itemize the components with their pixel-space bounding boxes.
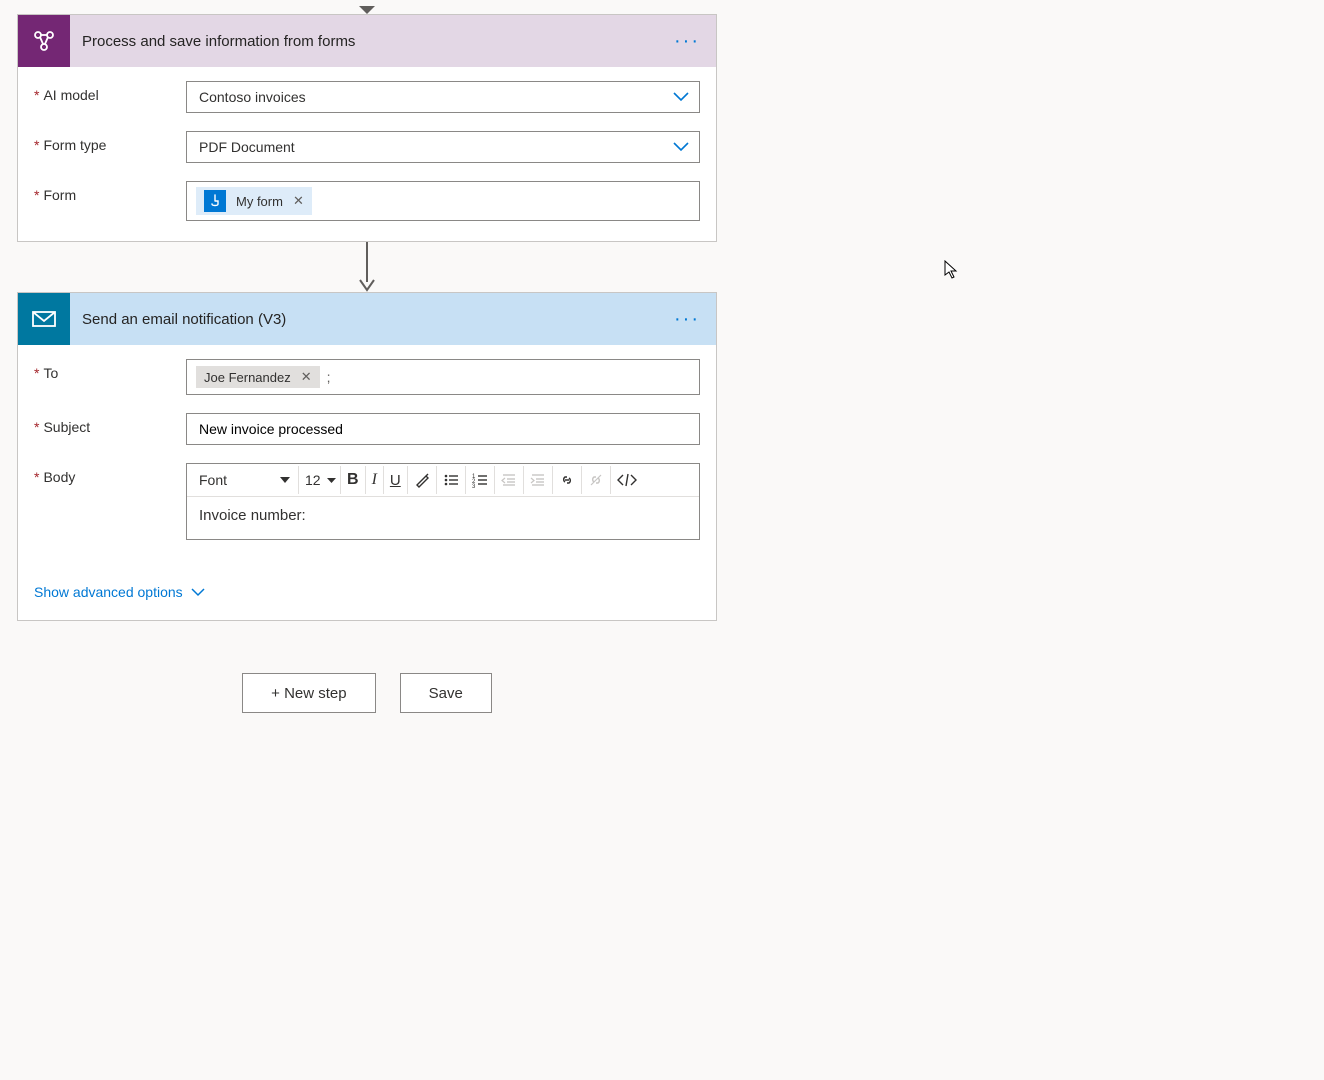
italic-button[interactable]: I <box>366 466 384 494</box>
field-label-ai-model: *AI model <box>34 81 186 103</box>
code-view-button[interactable] <box>611 466 643 494</box>
show-advanced-options-link[interactable]: Show advanced options <box>34 584 205 600</box>
chevron-down-icon <box>673 142 689 152</box>
bulleted-list-button[interactable] <box>437 466 466 494</box>
form-type-select[interactable]: PDF Document <box>186 131 700 163</box>
save-button[interactable]: Save <box>400 673 492 713</box>
recipient-token[interactable]: Joe Fernandez ✕ <box>196 366 320 388</box>
ai-model-select[interactable]: Contoso invoices <box>186 81 700 113</box>
action-row: + New step Save <box>17 673 717 713</box>
ai-model-value: Contoso invoices <box>199 89 306 105</box>
step-title: Process and save information from forms <box>70 33 355 50</box>
bold-button[interactable]: B <box>341 466 366 494</box>
chevron-down-icon <box>191 588 205 597</box>
body-content[interactable]: Invoice number: <box>187 497 699 539</box>
decrease-indent-button[interactable] <box>495 466 524 494</box>
numbered-list-button[interactable]: 123 <box>466 466 495 494</box>
link-button[interactable] <box>553 466 582 494</box>
new-step-button[interactable]: + New step <box>242 673 375 713</box>
token-remove-button[interactable]: ✕ <box>301 369 312 385</box>
step-header-email[interactable]: Send an email notification (V3) ··· <box>18 293 716 345</box>
ai-builder-icon <box>18 15 70 67</box>
recipient-separator: ; <box>327 369 331 385</box>
underline-button[interactable]: U <box>384 466 408 494</box>
unlink-button[interactable] <box>582 466 611 494</box>
body-editor: Font 12 B I U <box>186 463 700 540</box>
field-label-subject: *Subject <box>34 413 186 435</box>
form-type-value: PDF Document <box>199 139 295 155</box>
touch-icon <box>204 190 226 212</box>
token-remove-button[interactable]: ✕ <box>293 193 304 209</box>
step-title: Send an email notification (V3) <box>70 311 286 328</box>
rte-toolbar: Font 12 B I U <box>187 464 699 497</box>
subject-input[interactable] <box>186 413 700 445</box>
field-label-body: *Body <box>34 463 186 485</box>
font-color-button[interactable] <box>408 466 437 494</box>
caret-down-icon <box>327 478 336 483</box>
step-send-email: Send an email notification (V3) ··· *To … <box>17 292 717 621</box>
recipient-name: Joe Fernandez <box>204 370 291 385</box>
step-header-forms[interactable]: Process and save information from forms … <box>18 15 716 67</box>
form-token-label: My form <box>236 194 283 209</box>
font-size-select[interactable]: 12 <box>299 466 341 494</box>
mail-icon <box>18 293 70 345</box>
step-more-button[interactable]: ··· <box>668 15 706 67</box>
form-input[interactable]: My form ✕ <box>186 181 700 221</box>
flow-arrow <box>17 242 717 292</box>
flow-arrow-top <box>17 6 717 14</box>
chevron-down-icon <box>673 92 689 102</box>
svg-text:3: 3 <box>472 484 476 488</box>
caret-down-icon <box>280 477 290 483</box>
to-input[interactable]: Joe Fernandez ✕ ; <box>186 359 700 395</box>
form-token[interactable]: My form ✕ <box>196 187 312 215</box>
increase-indent-button[interactable] <box>524 466 553 494</box>
field-label-form-type: *Form type <box>34 131 186 153</box>
step-process-forms: Process and save information from forms … <box>17 14 717 242</box>
step-more-button[interactable]: ··· <box>668 293 706 345</box>
field-label-to: *To <box>34 359 186 381</box>
font-select[interactable]: Font <box>189 466 299 494</box>
field-label-form: *Form <box>34 181 186 203</box>
